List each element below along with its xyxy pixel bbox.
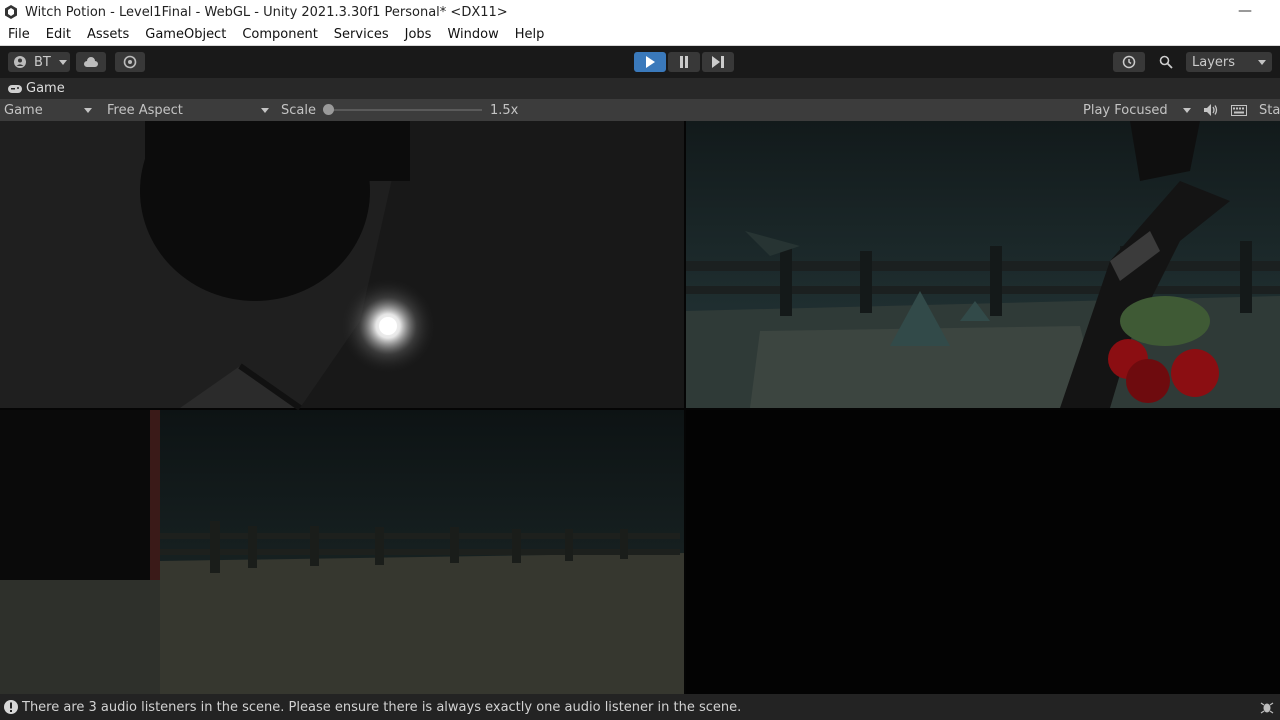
menu-bar: File Edit Assets GameObject Component Se… <box>0 24 1280 46</box>
display-dropdown[interactable]: Game <box>4 99 96 121</box>
unity-logo-icon <box>5 5 17 19</box>
status-bar[interactable]: There are 3 audio listeners in the scene… <box>0 694 1280 720</box>
keyboard-icon <box>1231 104 1247 116</box>
game-render <box>0 121 1280 694</box>
minimize-button[interactable]: — <box>1238 3 1252 19</box>
stats-toggle[interactable]: Sta <box>1259 99 1280 121</box>
menu-gameobject[interactable]: GameObject <box>137 27 234 42</box>
menu-edit[interactable]: Edit <box>38 27 79 42</box>
layers-dropdown[interactable]: Layers <box>1186 52 1272 72</box>
cloud-button[interactable] <box>76 52 106 72</box>
settings-icon <box>123 55 137 69</box>
history-button[interactable] <box>1113 52 1145 72</box>
mute-audio-button[interactable] <box>1204 99 1220 121</box>
window-title: Witch Potion - Level1Final - WebGL - Uni… <box>25 4 508 20</box>
chevron-down-icon <box>261 107 269 113</box>
pause-button[interactable] <box>668 52 700 72</box>
chevron-down-icon <box>1258 59 1266 65</box>
play-mode-dropdown[interactable]: Play Focused <box>1083 99 1193 121</box>
warning-icon <box>4 700 18 714</box>
tab-label: Game <box>26 81 65 96</box>
menu-jobs[interactable]: Jobs <box>397 27 440 42</box>
menu-services[interactable]: Services <box>326 27 397 42</box>
play-button[interactable] <box>634 52 666 72</box>
aspect-label: Free Aspect <box>107 102 183 118</box>
menu-assets[interactable]: Assets <box>79 27 137 42</box>
history-icon <box>1122 55 1136 69</box>
play-mode-label: Play Focused <box>1083 102 1168 118</box>
chevron-down-icon <box>1183 107 1191 113</box>
tab-game[interactable]: Game <box>0 78 70 99</box>
play-icon <box>646 56 655 68</box>
layers-label: Layers <box>1192 54 1236 70</box>
scale-slider-handle[interactable] <box>323 104 334 115</box>
scale-value: 1.5x <box>490 102 519 118</box>
search-button[interactable] <box>1150 52 1182 72</box>
player2-view <box>686 121 1280 408</box>
scale-label: Scale <box>281 102 316 118</box>
collab-button[interactable] <box>115 52 145 72</box>
account-dropdown[interactable]: BT <box>8 52 70 72</box>
debug-icon[interactable] <box>1260 700 1274 714</box>
player4-view <box>686 410 1280 694</box>
scale-slider[interactable] <box>326 109 482 111</box>
chevron-down-icon <box>84 107 92 113</box>
account-label: BT <box>34 54 51 70</box>
gamepad-icon <box>8 84 22 93</box>
cloud-icon <box>84 57 98 67</box>
search-icon <box>1159 55 1173 69</box>
player3-view <box>0 410 684 694</box>
player1-view <box>0 121 684 411</box>
aspect-dropdown[interactable]: Free Aspect <box>107 99 271 121</box>
display-label: Game <box>4 102 43 118</box>
account-icon <box>14 56 26 68</box>
title-bar: Witch Potion - Level1Final - WebGL - Uni… <box>0 0 1280 24</box>
keyboard-shortcuts-button[interactable] <box>1231 99 1247 121</box>
pause-icon <box>680 56 688 68</box>
menu-window[interactable]: Window <box>439 27 506 42</box>
main-toolbar: BT Layers <box>0 46 1280 78</box>
step-button[interactable] <box>702 52 734 72</box>
chevron-down-icon <box>58 59 67 65</box>
step-icon <box>712 56 724 68</box>
game-view-controls: Game Free Aspect Scale 1.5x Play Focused… <box>0 99 1280 121</box>
speaker-icon <box>1204 104 1218 116</box>
menu-help[interactable]: Help <box>507 27 553 42</box>
status-message: There are 3 audio listeners in the scene… <box>22 699 742 715</box>
menu-file[interactable]: File <box>0 27 38 42</box>
menu-component[interactable]: Component <box>234 27 325 42</box>
game-viewport[interactable] <box>0 121 1280 694</box>
game-tab-bar: Game <box>0 78 1280 99</box>
